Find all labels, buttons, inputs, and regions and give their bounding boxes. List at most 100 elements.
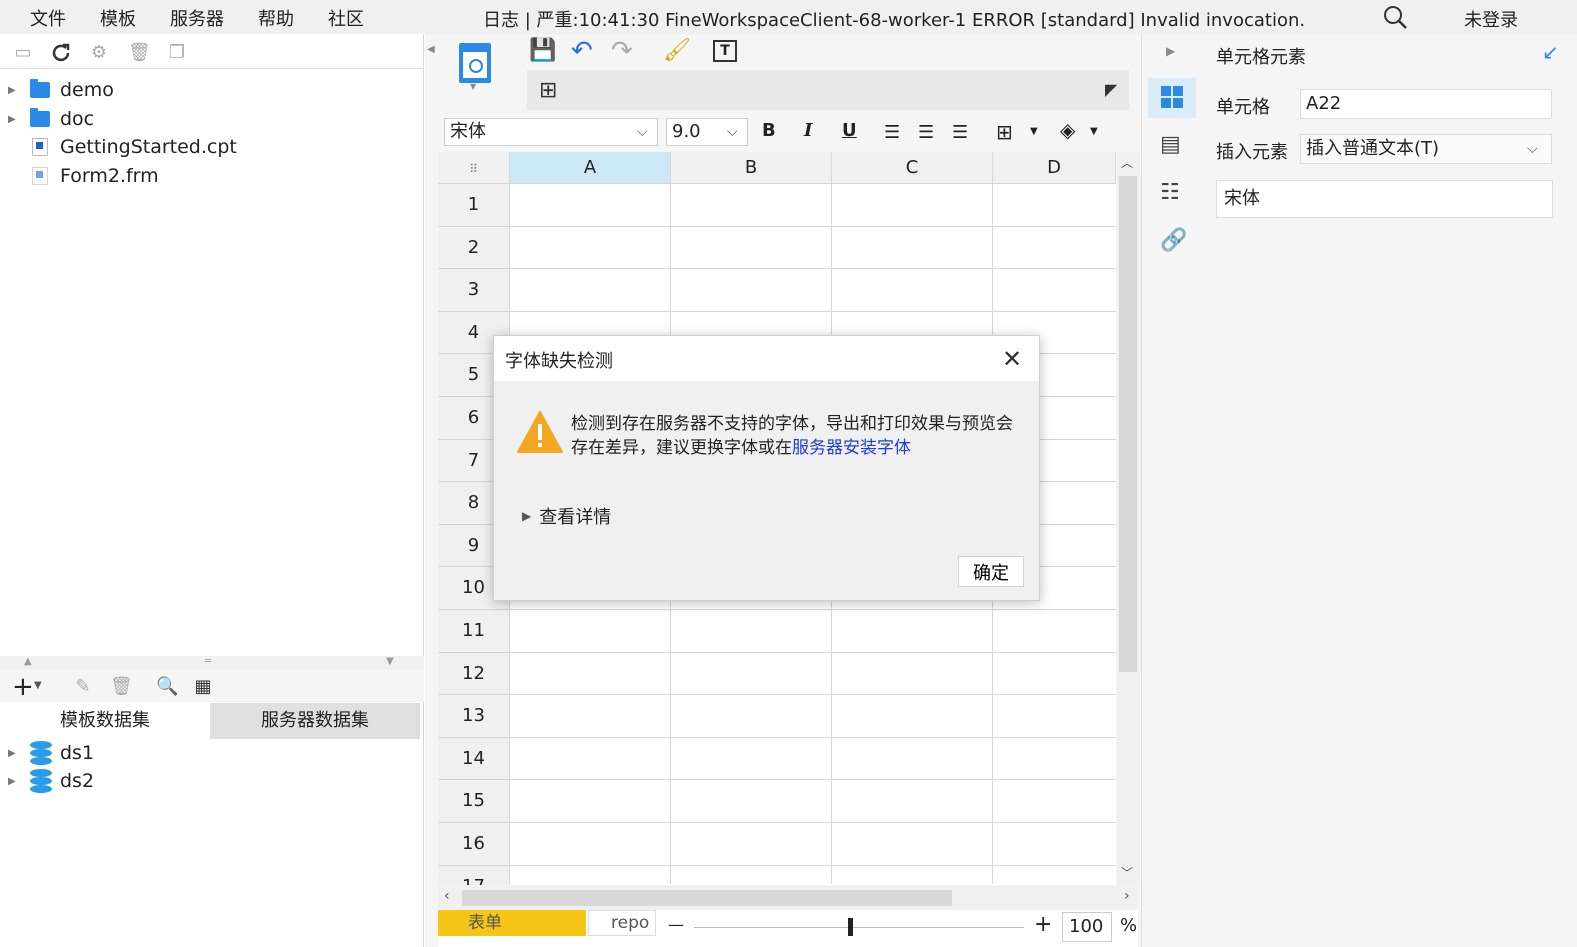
cell-content-input[interactable]: 宋体	[1216, 180, 1553, 218]
save-icon[interactable]: 💾	[529, 38, 556, 63]
row-header[interactable]: 17	[438, 865, 510, 885]
refresh-icon[interactable]	[50, 42, 72, 69]
preview-icon[interactable]: 🔍	[156, 676, 178, 698]
zoom-slider-thumb[interactable]	[848, 918, 853, 936]
tree-item-demo[interactable]: ▶ demo	[8, 76, 114, 104]
settings-icon[interactable]: ⚙	[88, 42, 110, 64]
copy-icon[interactable]: ❐	[166, 42, 188, 64]
scroll-left-icon[interactable]: ‹	[444, 888, 450, 904]
bold-button[interactable]: B	[762, 120, 776, 141]
select-all-corner[interactable]: ⠿	[438, 152, 510, 184]
menu-file[interactable]: 文件	[30, 5, 66, 31]
row-header[interactable]: 15	[438, 780, 510, 823]
ok-button[interactable]: 确定	[958, 556, 1024, 587]
row-header[interactable]: 1	[438, 184, 510, 227]
table-row[interactable]	[510, 610, 1116, 653]
cell-element-tab[interactable]	[1148, 78, 1196, 118]
hyperlink-icon[interactable]: 🔗	[1160, 228, 1187, 253]
cell-attribute-icon[interactable]: ▤	[1160, 132, 1181, 157]
collapse-up-icon[interactable]: ▲	[24, 656, 32, 667]
chevron-down-icon[interactable]: ▼	[1030, 126, 1038, 137]
sheet-tab-report[interactable]: repo	[588, 910, 656, 936]
expand-arrow-icon[interactable]: ▶	[8, 85, 20, 96]
column-header-c[interactable]: C	[832, 152, 993, 184]
chevron-down-icon[interactable]: ▼	[1090, 126, 1098, 137]
chevron-down-icon[interactable]: ▼	[34, 680, 42, 691]
row-header[interactable]: 11	[438, 610, 510, 653]
table-row[interactable]	[510, 227, 1116, 270]
format-painter-icon[interactable]: 🖌	[663, 38, 691, 63]
table-row[interactable]	[510, 269, 1116, 312]
redo-icon[interactable]: ↷	[611, 36, 633, 66]
insert-element-select[interactable]: 插入普通文本(T) ⌵	[1300, 134, 1552, 164]
dataset-setting-icon[interactable]: ▦	[192, 676, 214, 698]
delete-icon[interactable]: 🗑	[128, 42, 151, 64]
font-size-select[interactable]: 9.0 ⌵	[666, 118, 748, 146]
table-row[interactable]	[510, 738, 1116, 781]
tree-item-doc[interactable]: ▶ doc	[8, 105, 94, 133]
drag-handle-icon[interactable]: ═	[205, 656, 211, 667]
menu-server[interactable]: 服务器	[170, 5, 224, 31]
vertical-scrollbar[interactable]: ︿ ﹀	[1117, 152, 1139, 885]
border-icon[interactable]: ⊞	[996, 120, 1013, 144]
login-status[interactable]: 未登录	[1464, 6, 1518, 32]
expand-right-icon[interactable]: ▶	[1166, 44, 1175, 58]
search-icon[interactable]	[1382, 4, 1408, 35]
table-row[interactable]	[510, 866, 1116, 885]
add-dataset-icon[interactable]: +	[12, 672, 34, 702]
table-row[interactable]	[510, 780, 1116, 823]
log-message[interactable]: 日志 | 严重:10:41:30 FineWorkspaceClient-68-…	[483, 6, 1305, 32]
tree-item-form2[interactable]: Form2.frm	[8, 162, 159, 190]
zoom-slider-track[interactable]	[694, 927, 1024, 928]
expand-arrow-icon[interactable]: ▶	[8, 748, 20, 759]
zoom-out-button[interactable]: —	[668, 915, 684, 934]
row-header[interactable]: 3	[438, 269, 510, 312]
tab-template-dataset[interactable]: 模板数据集	[0, 703, 210, 739]
font-family-select[interactable]: 宋体 ⌵	[444, 118, 658, 146]
menu-community[interactable]: 社区	[328, 5, 364, 31]
dataset-item-ds1[interactable]: ▶ ds1	[8, 739, 94, 767]
zoom-input[interactable]: 100	[1062, 912, 1112, 942]
details-toggle[interactable]: ▶ 查看详情	[522, 503, 611, 529]
cell-input[interactable]: A22	[1300, 89, 1552, 119]
delete-icon[interactable]: 🗑	[110, 676, 133, 698]
scroll-right-icon[interactable]: ›	[1124, 888, 1130, 904]
table-row[interactable]	[510, 695, 1116, 738]
row-header[interactable]: 2	[438, 226, 510, 270]
undo-icon[interactable]: ↶	[571, 36, 593, 66]
column-header-a[interactable]: A	[510, 152, 671, 184]
scroll-down-icon[interactable]: ﹀	[1121, 864, 1133, 881]
text-preview-icon[interactable]: T	[713, 40, 737, 62]
row-header[interactable]: 13	[438, 695, 510, 738]
dialog-title-bar[interactable]: 字体缺失检测 ✕	[494, 336, 1039, 381]
row-header[interactable]: 14	[438, 737, 510, 781]
horizontal-scrollbar[interactable]: ‹ ›	[438, 886, 1138, 910]
column-header-b[interactable]: B	[671, 152, 832, 184]
toolbar-expand-icon[interactable]: ◤	[1105, 80, 1117, 99]
row-header[interactable]: 16	[438, 823, 510, 866]
close-icon[interactable]: ✕	[1002, 345, 1022, 373]
fill-color-icon[interactable]: ◈	[1060, 118, 1075, 142]
row-header[interactable]: 12	[438, 652, 510, 696]
italic-button[interactable]: I	[804, 120, 812, 141]
table-row[interactable]	[510, 823, 1116, 866]
align-left-icon[interactable]: ☰	[884, 122, 900, 143]
table-row[interactable]	[510, 653, 1116, 696]
scroll-up-icon[interactable]: ︿	[1121, 154, 1133, 171]
template-switch-icon[interactable]: ▼	[458, 42, 492, 95]
table-row[interactable]	[510, 184, 1116, 227]
panel-splitter[interactable]: ▲ ═ ▼	[0, 656, 424, 670]
scroll-thumb[interactable]	[1119, 176, 1137, 672]
install-font-link[interactable]: 服务器安装字体	[792, 438, 911, 458]
new-folder-icon[interactable]: ▭	[12, 42, 34, 64]
scroll-thumb[interactable]	[462, 890, 952, 906]
align-right-icon[interactable]: ☰	[952, 122, 968, 143]
expand-arrow-icon[interactable]: ▶	[8, 776, 20, 787]
dataset-item-ds2[interactable]: ▶ ds2	[8, 767, 94, 795]
underline-button[interactable]: U	[842, 120, 857, 141]
expand-arrow-icon[interactable]: ▶	[8, 114, 20, 125]
edit-icon[interactable]: ✎	[72, 676, 94, 698]
insert-table-icon[interactable]: ⊞	[539, 78, 557, 103]
align-center-icon[interactable]: ☰	[918, 122, 934, 143]
collapse-left-icon[interactable]: ◀	[427, 44, 435, 55]
